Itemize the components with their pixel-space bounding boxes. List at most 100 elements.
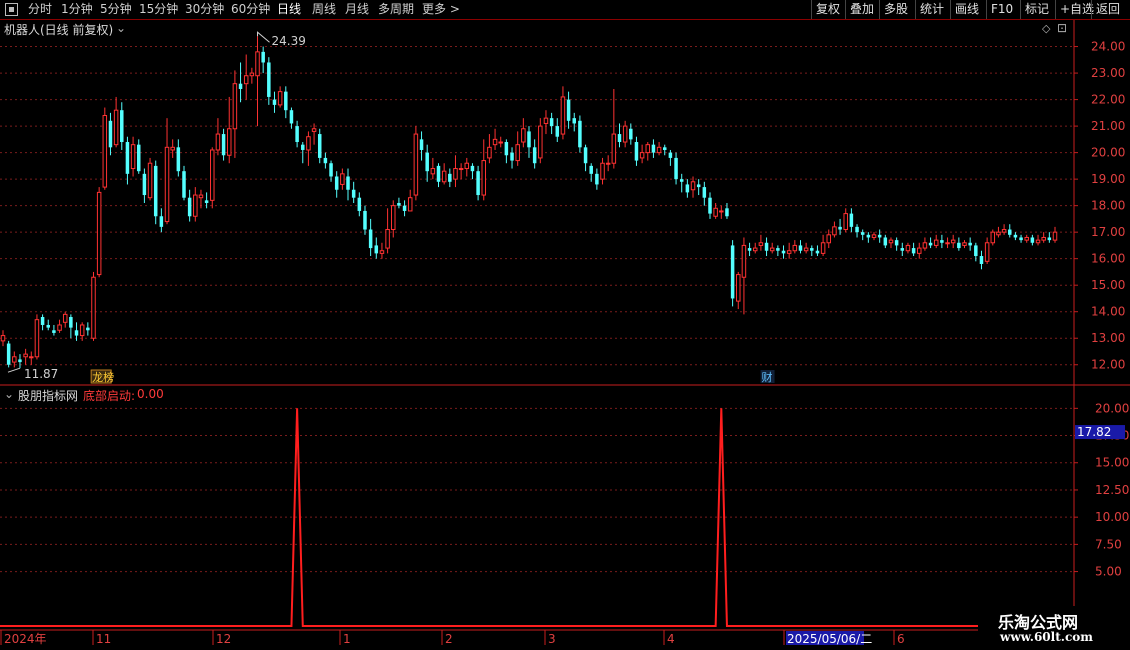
candle-body-down (810, 248, 814, 251)
candle-body-up (193, 194, 198, 217)
indicator-current-value: 17.82 (1077, 425, 1111, 439)
candle-body-up (905, 244, 911, 252)
candle-body-down (730, 245, 735, 299)
candle-body-down (295, 126, 299, 143)
high-arrow-icon (257, 31, 270, 43)
candle-body-down (476, 171, 480, 196)
candle-body-down (781, 250, 786, 254)
candle-body-down (284, 91, 288, 111)
candle-body-down (136, 144, 141, 172)
candle-body-down (894, 240, 899, 246)
candle-body-down (18, 359, 22, 363)
candle-body-down (900, 248, 905, 251)
candle-body-up (611, 133, 617, 164)
price-tick-label: 22.00 (1091, 93, 1125, 107)
chart-options-chevron-icon[interactable]: ⌄ (116, 21, 126, 35)
date-label: 2025/05/06/二 (787, 632, 872, 646)
candle-body-down (883, 237, 888, 246)
candle-body-up (622, 125, 628, 143)
candle-body-up (656, 146, 662, 154)
candle-body-down (238, 83, 243, 89)
finance-marker-label: 财 (762, 370, 773, 384)
candle-body-up (933, 239, 939, 246)
price-tick-label: 17.00 (1091, 225, 1125, 239)
candle-body-down (448, 173, 452, 182)
diamond-icon[interactable]: ◇ (1042, 22, 1050, 35)
candle-body-down (696, 184, 701, 188)
candle-body-up (786, 250, 792, 254)
candle-body-up (464, 162, 470, 170)
candle-body-up (487, 146, 492, 159)
indicator-options-icon[interactable]: ⌄ (4, 387, 14, 401)
indicator-line-value: 0.00 (137, 387, 164, 401)
candle-body-up (311, 128, 317, 132)
candle-body-up (306, 136, 311, 151)
candle-body-up (820, 242, 826, 254)
candle-body-down (974, 245, 978, 257)
price-tick-label: 19.00 (1091, 172, 1125, 186)
candle-body-down (108, 120, 113, 148)
candle-body-up (249, 72, 255, 77)
candle-body-down (125, 142, 130, 174)
candle-body-up (543, 117, 549, 124)
candle-body-down (1047, 237, 1052, 241)
candle-body-down (346, 176, 350, 190)
candles (0, 36, 1058, 369)
candle-body-down (679, 179, 684, 182)
candle-body-up (210, 149, 215, 201)
candle-body-up (232, 83, 238, 130)
kline-chart[interactable]: 24.0023.0022.0021.0020.0019.0018.0017.00… (0, 0, 1130, 650)
expand-icon[interactable]: ⊡ (1057, 21, 1067, 35)
candle-body-down (52, 330, 56, 333)
date-label: 2 (445, 632, 453, 646)
candle-body-up (521, 128, 526, 143)
candle-body-up (391, 205, 396, 231)
candle-body-up (871, 234, 877, 238)
candle-body-up (102, 115, 108, 188)
candle-body-up (379, 250, 385, 254)
candle-body-up (492, 138, 498, 146)
candle-body-down (204, 200, 209, 203)
candle-body-up (538, 125, 543, 159)
candle-body-down (747, 248, 752, 251)
candle-body-down (634, 142, 639, 161)
candle-body-down (1007, 229, 1012, 235)
candle-body-up (713, 207, 718, 217)
candle-body-down (120, 110, 124, 143)
candle-body-down (419, 139, 424, 150)
candle-body-down (267, 62, 271, 97)
main-chart-title: 机器人(日线 前复权) (4, 23, 114, 37)
candle-body-up (498, 141, 503, 144)
date-label: 11 (96, 632, 111, 646)
candle-body-down (651, 144, 656, 153)
candle-body-up (1001, 229, 1007, 233)
candle-body-up (453, 168, 458, 180)
candle-body-down (142, 173, 147, 196)
candle-body-down (555, 126, 560, 137)
candle-body-down (436, 165, 441, 182)
candle-body-down (527, 131, 531, 148)
candle-body-down (221, 134, 226, 156)
candle-body-down (725, 208, 729, 217)
candle-body-down (595, 173, 599, 185)
candle-body-down (866, 234, 871, 238)
candle-body-down (1030, 237, 1035, 243)
candle-body-up (23, 353, 28, 358)
price-tick-label: 13.00 (1091, 331, 1125, 345)
date-label: 12 (216, 632, 231, 646)
candle-body-down (402, 205, 407, 211)
candle-body-up (29, 356, 34, 359)
candle-body-up (560, 96, 566, 135)
price-tick-label: 24.00 (1091, 40, 1125, 54)
candle-body-up (1052, 231, 1058, 241)
candle-body-up (481, 160, 487, 196)
candle-body-down (860, 232, 865, 235)
candle-body-down (74, 330, 79, 336)
candle-body-down (176, 147, 181, 172)
candle-body-up (736, 274, 741, 302)
candle-body-up (430, 168, 436, 175)
candle-body-up (113, 109, 119, 146)
candle-body-down (668, 152, 673, 158)
high-price-label: 24.39 (272, 34, 306, 48)
date-label: 3 (548, 632, 556, 646)
